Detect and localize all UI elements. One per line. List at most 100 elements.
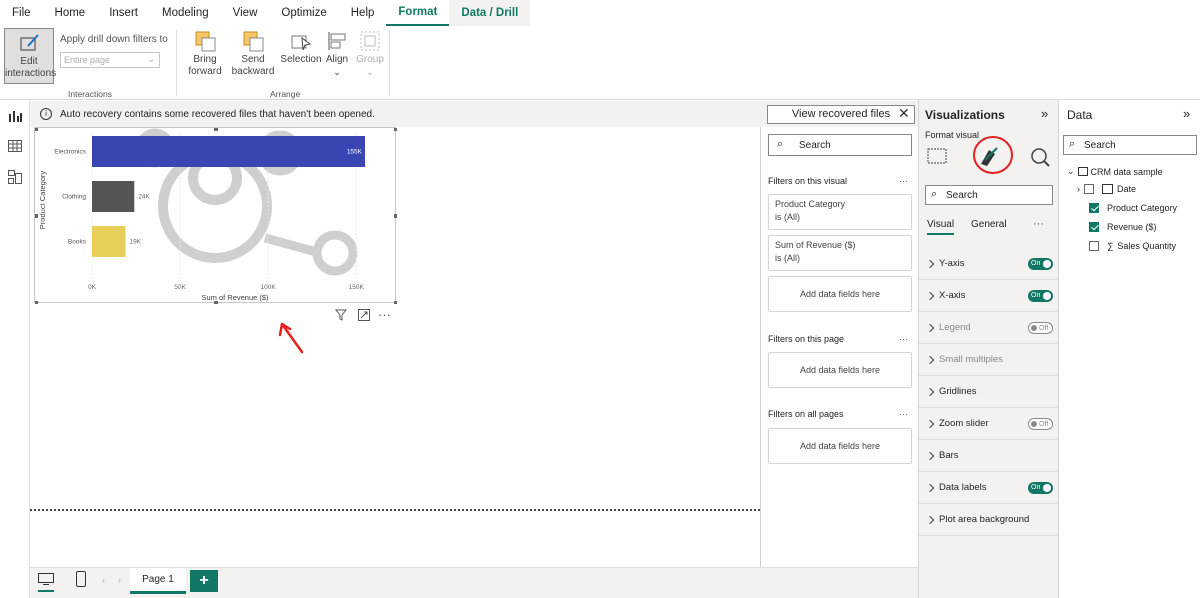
prev-page-icon[interactable]: ‹	[102, 575, 105, 585]
format-section-0[interactable]: Y-axis On	[919, 248, 1059, 280]
visualizations-title: Visualizations	[925, 108, 1005, 122]
add-data-fields-page[interactable]: Add data fields here	[768, 352, 912, 388]
apply-drill-dropdown[interactable]: Entire page ⌄	[60, 52, 160, 68]
field-checkbox[interactable]	[1089, 203, 1099, 213]
menu-home[interactable]: Home	[43, 0, 98, 26]
section-toggle[interactable]: Off	[1028, 417, 1053, 430]
close-notice-icon[interactable]: ✕	[898, 105, 910, 122]
chevron-right-icon	[925, 323, 935, 332]
selection-button[interactable]: Selection	[280, 30, 322, 66]
filters-on-visual-title: Filters on this visual	[768, 176, 848, 186]
table-view-icon[interactable]	[8, 140, 22, 155]
bar-chart-visual[interactable]: 0K 50K 100K 150K Electronics 155K Clothing 24K B…	[34, 127, 397, 304]
format-section-7[interactable]: Data labels On	[919, 472, 1059, 504]
menu-insert[interactable]: Insert	[97, 0, 150, 26]
next-page-icon[interactable]: ›	[118, 575, 121, 585]
bar[interactable]	[92, 136, 365, 167]
format-section-6[interactable]: Bars	[919, 440, 1059, 472]
send-backward-button[interactable]: Send backward	[230, 30, 276, 78]
menu-modeling[interactable]: Modeling	[150, 0, 221, 26]
data-label: 24K	[138, 194, 150, 201]
format-section-2[interactable]: Legend Off	[919, 312, 1059, 344]
annotation-circle-icon	[971, 134, 1019, 181]
menu-file[interactable]: File	[0, 0, 43, 26]
data-pane-title: Data	[1067, 108, 1093, 122]
table-item-crm[interactable]: ⌄ CRM data sample	[1067, 166, 1163, 177]
data-field-item[interactable]: Revenue ($)	[1089, 222, 1157, 232]
format-section-8[interactable]: Plot area background	[919, 504, 1059, 536]
menu-bar: File Home Insert Modeling View Optimize …	[0, 0, 1200, 26]
data-pane: Data » ⌕ Search ⌄ CRM data sample › Date P…	[1058, 100, 1200, 598]
filters-on-all-pages-title: Filters on all pages	[768, 409, 844, 419]
left-rail	[0, 100, 30, 598]
section-toggle[interactable]: On	[1028, 257, 1053, 270]
section-toggle[interactable]: On	[1028, 481, 1053, 494]
focus-mode-icon[interactable]	[358, 309, 370, 324]
chevron-right-icon	[925, 483, 935, 492]
tab-visual[interactable]: Visual	[927, 219, 955, 235]
model-view-icon[interactable]	[8, 170, 22, 187]
format-section-4[interactable]: Gridlines	[919, 376, 1059, 408]
bring-forward-icon	[194, 30, 216, 52]
data-field-item[interactable]: › Date	[1077, 184, 1136, 194]
field-checkbox[interactable]	[1084, 184, 1094, 194]
resize-handle	[214, 301, 218, 304]
arrange-group-label: Arrange	[270, 89, 301, 99]
viz-search-input[interactable]: ⌕ Search	[925, 185, 1053, 205]
more-options-icon[interactable]: ···	[899, 176, 908, 186]
menu-data-drill[interactable]: Data / Drill	[449, 0, 531, 26]
resize-handle	[394, 214, 397, 218]
report-view-icon[interactable]	[8, 110, 22, 125]
desktop-layout-icon[interactable]	[38, 573, 54, 592]
data-field-item[interactable]: Product Category	[1089, 203, 1177, 213]
section-toggle[interactable]: Off	[1028, 321, 1053, 334]
bar-chart-svg: 0K 50K 100K 150K Electronics 155K Clothing 24K B…	[35, 128, 397, 304]
menu-help[interactable]: Help	[339, 0, 387, 26]
section-toggle[interactable]: On	[1028, 289, 1053, 302]
collapse-chevron-icon[interactable]: »	[1041, 106, 1048, 121]
menu-view[interactable]: View	[221, 0, 270, 26]
bar[interactable]	[92, 181, 135, 212]
add-page-button[interactable]: +	[190, 570, 218, 592]
sigma-icon: ∑	[1107, 241, 1114, 251]
view-recovered-files-button[interactable]: View recovered files	[767, 105, 915, 124]
menu-format[interactable]: Format	[386, 0, 450, 26]
analytics-icon[interactable]	[1029, 146, 1051, 171]
format-section-3[interactable]: Small multiples	[919, 344, 1059, 376]
filter-card-sum-of-revenue[interactable]: Sum of Revenue ($) is (All)	[768, 235, 912, 271]
more-options-icon[interactable]: ···	[899, 409, 908, 419]
chevron-right-icon	[925, 291, 935, 300]
tab-general[interactable]: General	[971, 219, 1007, 230]
chevron-right-icon	[925, 515, 935, 524]
field-checkbox[interactable]	[1089, 222, 1099, 232]
field-checkbox[interactable]	[1089, 241, 1099, 251]
group-button[interactable]: Group ⌄	[355, 30, 385, 78]
menu-optimize[interactable]: Optimize	[269, 0, 338, 26]
align-button[interactable]: Align ⌄	[322, 30, 352, 78]
bring-forward-button[interactable]: Bring forward	[184, 30, 226, 78]
filters-pane: ⌕ Search Filters on this visual ··· Prod…	[760, 127, 918, 567]
more-options-icon[interactable]: ···	[1033, 218, 1044, 230]
search-icon: ⌕	[1069, 138, 1076, 150]
bar[interactable]	[92, 226, 126, 257]
add-data-fields-visual[interactable]: Add data fields here	[768, 276, 912, 312]
ribbon: Edit interactions Apply drill down filte…	[0, 26, 1200, 100]
more-options-icon[interactable]: ···	[899, 334, 908, 344]
filters-search-input[interactable]: ⌕ Search	[768, 134, 912, 156]
page-tab[interactable]: Page 1	[130, 568, 186, 594]
add-data-fields-all[interactable]: Add data fields here	[768, 428, 912, 464]
format-section-5[interactable]: Zoom slider Off	[919, 408, 1059, 440]
data-search-input[interactable]: ⌕ Search	[1063, 135, 1197, 155]
build-visual-icon[interactable]	[927, 146, 947, 169]
mobile-layout-icon[interactable]	[76, 571, 86, 590]
collapse-chevron-icon[interactable]: »	[1183, 106, 1190, 121]
filter-card-product-category[interactable]: Product Category is (All)	[768, 194, 912, 230]
interactions-group-label: Interactions	[68, 89, 112, 99]
format-section-1[interactable]: X-axis On	[919, 280, 1059, 312]
data-field-item[interactable]: ∑ Sales Quantity	[1089, 241, 1176, 251]
selection-icon	[290, 30, 312, 52]
chevron-right-icon	[925, 451, 935, 460]
edit-interactions-button[interactable]: Edit interactions	[4, 28, 56, 84]
filter-visual-icon[interactable]	[334, 309, 348, 324]
more-options-icon[interactable]: ···	[378, 307, 391, 322]
